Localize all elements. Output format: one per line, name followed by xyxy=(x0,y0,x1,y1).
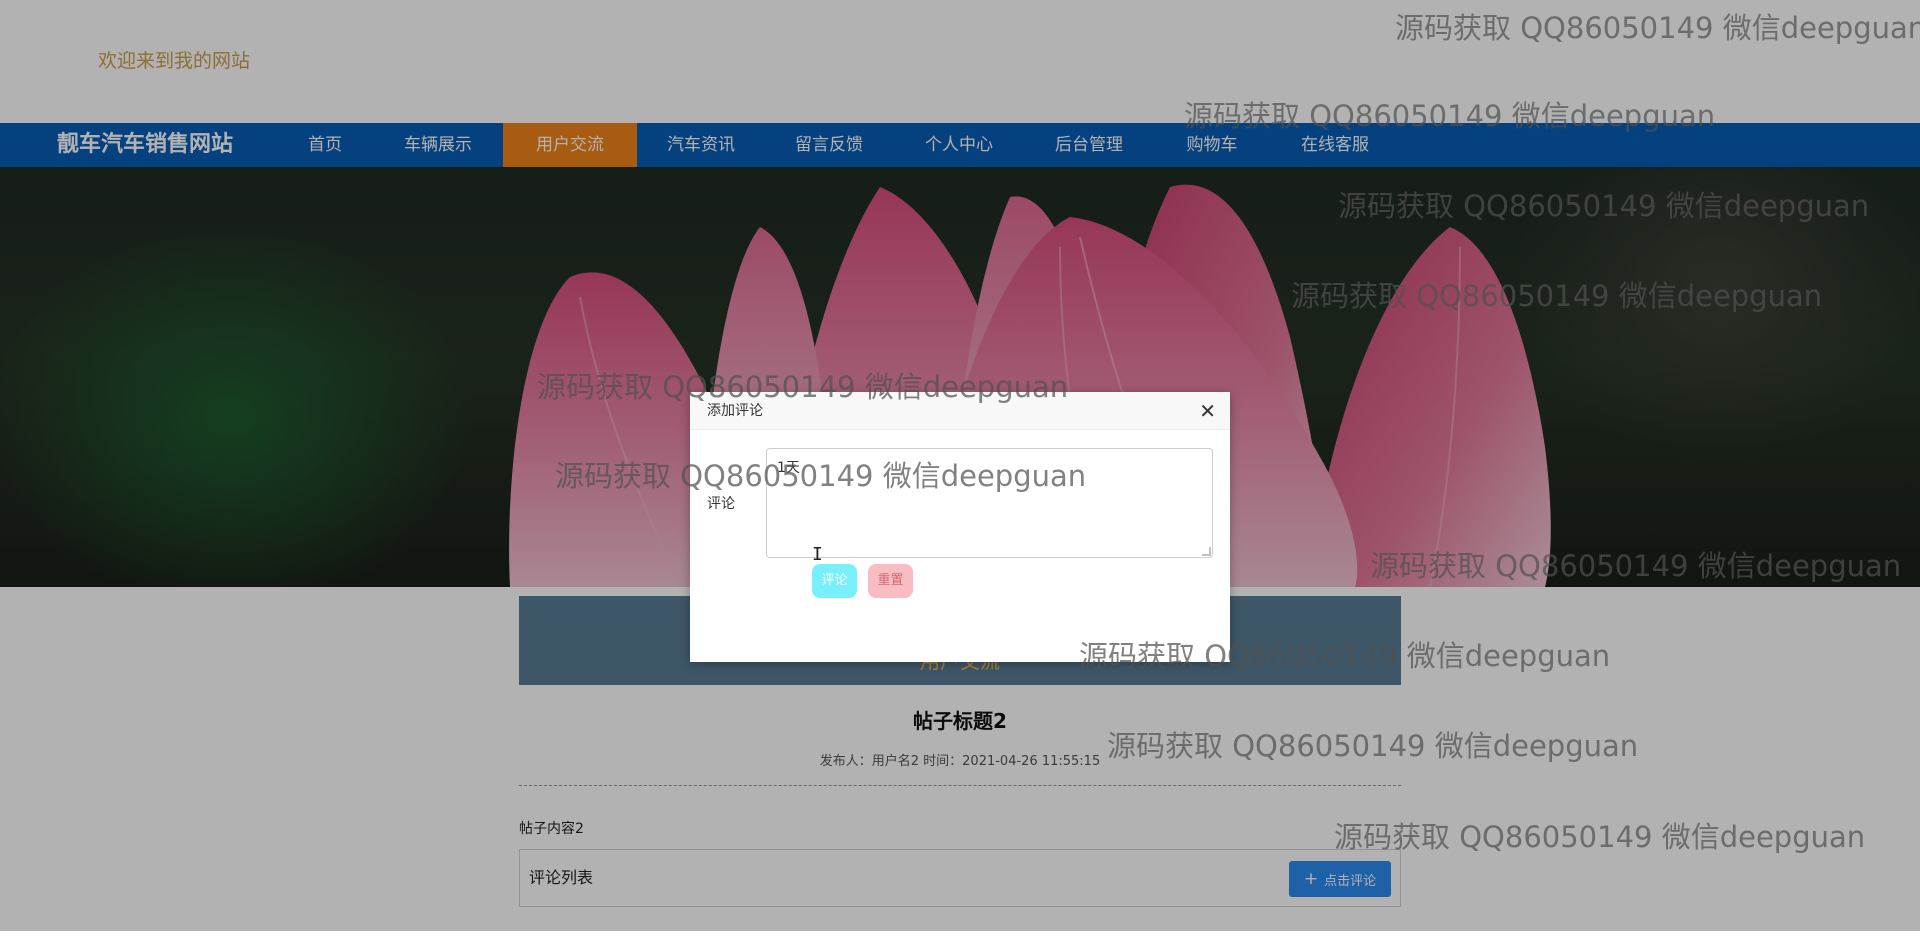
watermark: 源码获取 QQ86050149 微信deepguan xyxy=(1370,549,1902,583)
comment-field-label: 评论 xyxy=(707,496,735,512)
watermark: 源码获取 QQ86050149 微信deepguan xyxy=(555,459,1087,493)
close-icon[interactable]: ✕ xyxy=(1199,399,1216,423)
watermark: 源码获取 QQ86050149 微信deepguan xyxy=(537,370,1069,404)
watermark: 源码获取 QQ86050149 微信deepguan xyxy=(1395,11,1920,45)
resize-grip-icon[interactable] xyxy=(1202,547,1211,556)
watermark: 源码获取 QQ86050149 微信deepguan xyxy=(1107,729,1639,763)
page: 欢迎来到我的网站 靓车汽车销售网站 首页 车辆展示 用户交流 汽车资讯 留言反馈… xyxy=(0,0,1920,938)
watermark: 源码获取 QQ86050149 微信deepguan xyxy=(1291,279,1823,313)
submit-comment-button[interactable]: 评论 xyxy=(812,564,857,598)
text-cursor-icon: I xyxy=(812,544,823,565)
watermark: 源码获取 QQ86050149 微信deepguan xyxy=(1334,820,1866,854)
reset-button[interactable]: 重置 xyxy=(868,564,913,598)
watermark: 源码获取 QQ86050149 微信deepguan xyxy=(1184,99,1716,133)
bottom-strip xyxy=(0,931,1920,938)
watermark: 源码获取 QQ86050149 微信deepguan xyxy=(1338,189,1870,223)
add-comment-modal: 添加评论 ✕ 评论 1天 评论 重置 xyxy=(690,392,1230,662)
watermark: 源码获取 QQ86050149 微信deepguan xyxy=(1079,639,1611,673)
